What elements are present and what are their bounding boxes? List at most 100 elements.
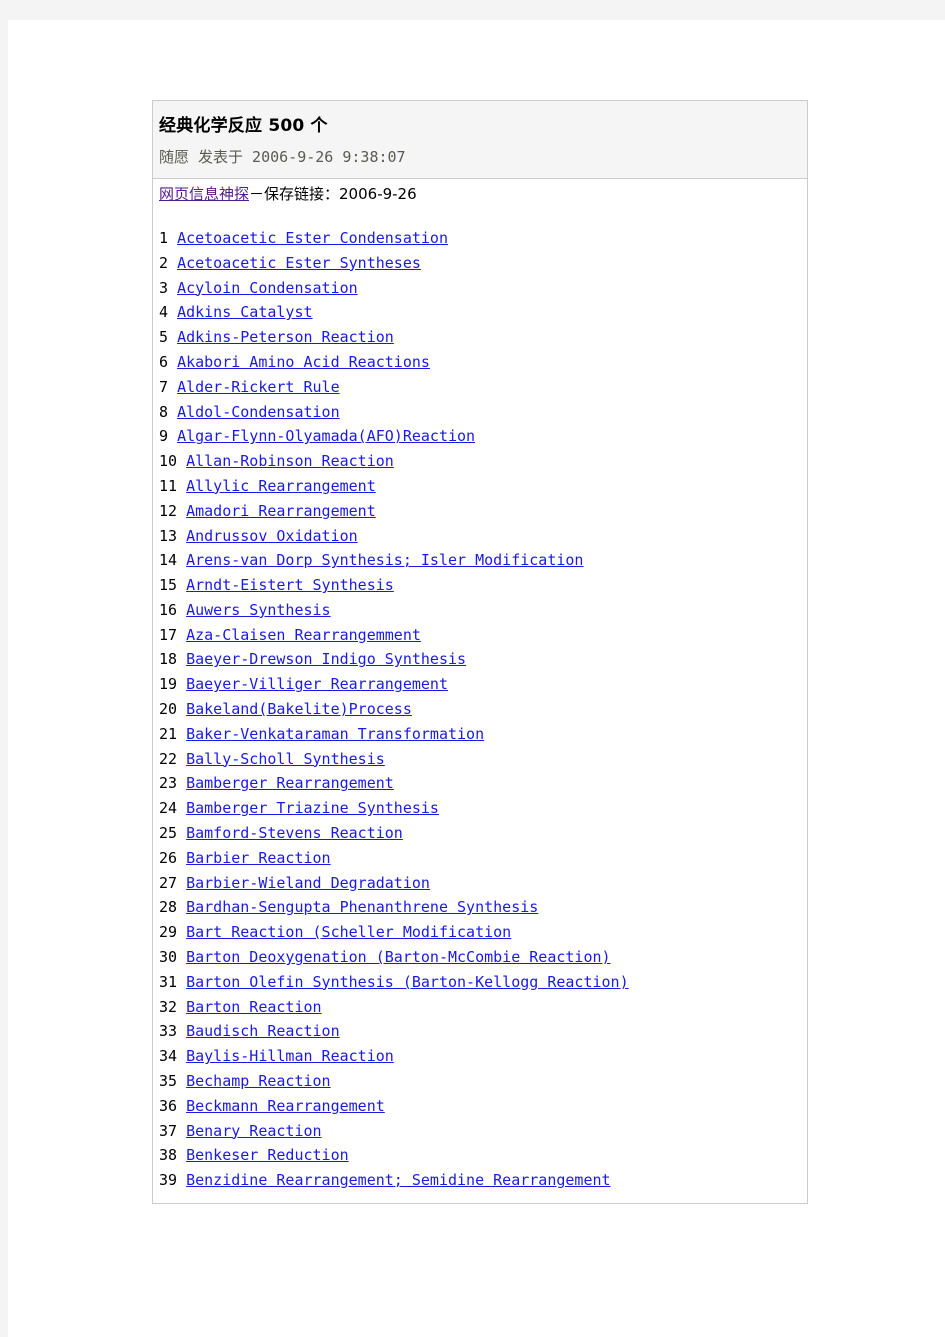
list-item: 9 Algar-Flynn-Olyamada(AFO)Reaction [159, 424, 807, 449]
list-item-index: 29 [159, 923, 178, 942]
list-item: 30 Barton Deoxygenation (Barton-McCombie… [159, 945, 807, 970]
reaction-link[interactable]: Acetoacetic Ester Condensation [177, 229, 448, 247]
list-item-index: 7 [159, 377, 169, 396]
list-item-index: 6 [159, 352, 169, 371]
reaction-link[interactable]: Barbier-Wieland Degradation [186, 874, 430, 892]
list-item: 27 Barbier-Wieland Degradation [159, 871, 807, 896]
list-item: 17 Aza-Claisen Rearrangemment [159, 623, 807, 648]
reaction-link[interactable]: Alder-Rickert Rule [177, 378, 340, 396]
reaction-link[interactable]: Acetoacetic Ester Syntheses [177, 254, 421, 272]
list-item-index: 19 [159, 675, 178, 694]
list-item-index: 18 [159, 650, 178, 669]
reaction-link[interactable]: Bamberger Rearrangement [186, 774, 394, 792]
reaction-link[interactable]: Barton Deoxygenation (Barton-McCombie Re… [186, 948, 610, 966]
reaction-link[interactable]: Allylic Rearrangement [186, 477, 376, 495]
reaction-link[interactable]: Aldol-Condensation [177, 403, 340, 421]
reaction-link[interactable]: Bakeland(Bakelite)Process [186, 700, 412, 718]
reaction-link[interactable]: Auwers Synthesis [186, 601, 331, 619]
list-item-index: 32 [159, 997, 178, 1016]
reaction-link[interactable]: Arndt-Eistert Synthesis [186, 576, 394, 594]
list-item: 10 Allan-Robinson Reaction [159, 449, 807, 474]
list-item: 32 Barton Reaction [159, 995, 807, 1020]
list-item-index: 4 [159, 303, 169, 322]
article-container: 经典化学反应 500 个 随愿 发表于 2006-9-26 9:38:07 网页… [152, 100, 808, 1205]
list-item-index: 17 [159, 625, 178, 644]
list-item: 7 Alder-Rickert Rule [159, 375, 807, 400]
article-header: 经典化学反应 500 个 随愿 发表于 2006-9-26 9:38:07 [153, 101, 807, 180]
list-item-index: 12 [159, 501, 178, 520]
list-item: 34 Baylis-Hillman Reaction [159, 1044, 807, 1069]
reaction-link[interactable]: Bamberger Triazine Synthesis [186, 799, 439, 817]
reaction-link[interactable]: Andrussov Oxidation [186, 527, 358, 545]
list-item: 2 Acetoacetic Ester Syntheses [159, 251, 807, 276]
reaction-link[interactable]: Benkeser Reduction [186, 1146, 349, 1164]
article-byline: 随愿 发表于 2006-9-26 9:38:07 [159, 147, 406, 166]
reaction-link[interactable]: Bechamp Reaction [186, 1072, 331, 1090]
reaction-link[interactable]: Barbier Reaction [186, 849, 331, 867]
list-item-index: 15 [159, 576, 178, 595]
reaction-link[interactable]: Bart Reaction (Scheller Modification [186, 923, 511, 941]
page-sheet: 经典化学反应 500 个 随愿 发表于 2006-9-26 9:38:07 网页… [8, 20, 945, 1337]
list-item-index: 28 [159, 898, 178, 917]
list-item-index: 38 [159, 1146, 178, 1165]
list-item: 29 Bart Reaction (Scheller Modification [159, 920, 807, 945]
list-item: 18 Baeyer-Drewson Indigo Synthesis [159, 647, 807, 672]
list-item-index: 16 [159, 600, 178, 619]
list-item: 6 Akabori Amino Acid Reactions [159, 350, 807, 375]
source-link[interactable]: 网页信息神探 [159, 185, 249, 203]
reaction-link[interactable]: Benzidine Rearrangement; Semidine Rearra… [186, 1171, 610, 1189]
list-item: 13 Andrussov Oxidation [159, 524, 807, 549]
list-item-index: 30 [159, 948, 178, 967]
reaction-link[interactable]: Adkins-Peterson Reaction [177, 328, 394, 346]
reaction-link[interactable]: Barton Reaction [186, 998, 321, 1016]
list-item: 16 Auwers Synthesis [159, 598, 807, 623]
list-item: 1 Acetoacetic Ester Condensation [159, 226, 807, 251]
list-item: 37 Benary Reaction [159, 1119, 807, 1144]
reaction-link[interactable]: Allan-Robinson Reaction [186, 452, 394, 470]
list-item-index: 34 [159, 1047, 178, 1066]
reaction-link[interactable]: Aza-Claisen Rearrangemment [186, 626, 421, 644]
list-item: 39 Benzidine Rearrangement; Semidine Rea… [159, 1168, 807, 1193]
list-item: 23 Bamberger Rearrangement [159, 771, 807, 796]
reaction-link[interactable]: Acyloin Condensation [177, 279, 358, 297]
list-item-index: 26 [159, 848, 178, 867]
list-item-index: 33 [159, 1022, 178, 1041]
reaction-link[interactable]: Amadori Rearrangement [186, 502, 376, 520]
list-item-index: 37 [159, 1121, 178, 1140]
list-item: 11 Allylic Rearrangement [159, 474, 807, 499]
reaction-link[interactable]: Adkins Catalyst [177, 303, 312, 321]
reaction-link[interactable]: Benary Reaction [186, 1122, 321, 1140]
reaction-link[interactable]: Baeyer-Villiger Rearrangement [186, 675, 448, 693]
reaction-link[interactable]: Arens-van Dorp Synthesis; Isler Modifica… [186, 551, 583, 569]
reaction-link[interactable]: Baylis-Hillman Reaction [186, 1047, 394, 1065]
list-item-index: 36 [159, 1096, 178, 1115]
list-item: 38 Benkeser Reduction [159, 1143, 807, 1168]
list-item: 24 Bamberger Triazine Synthesis [159, 796, 807, 821]
reaction-link[interactable]: Bally-Scholl Synthesis [186, 750, 385, 768]
list-item: 36 Beckmann Rearrangement [159, 1094, 807, 1119]
list-item: 5 Adkins-Peterson Reaction [159, 325, 807, 350]
reaction-link[interactable]: Akabori Amino Acid Reactions [177, 353, 430, 371]
source-line: 网页信息神探－保存链接：2006-9-26 [159, 183, 807, 206]
list-item-index: 2 [159, 253, 169, 272]
list-item-index: 23 [159, 774, 178, 793]
reaction-link[interactable]: Bamford-Stevens Reaction [186, 824, 403, 842]
list-item-index: 14 [159, 551, 178, 570]
list-item-index: 39 [159, 1171, 178, 1190]
reaction-link[interactable]: Baudisch Reaction [186, 1022, 340, 1040]
reaction-link[interactable]: Barton Olefin Synthesis (Barton-Kellogg … [186, 973, 629, 991]
list-item-index: 9 [159, 427, 169, 446]
list-item: 25 Bamford-Stevens Reaction [159, 821, 807, 846]
reaction-link[interactable]: Baeyer-Drewson Indigo Synthesis [186, 650, 466, 668]
list-item-index: 25 [159, 824, 178, 843]
reaction-link[interactable]: Bardhan-Sengupta Phenanthrene Synthesis [186, 898, 538, 916]
list-item: 26 Barbier Reaction [159, 846, 807, 871]
list-item-index: 31 [159, 972, 178, 991]
reaction-link[interactable]: Algar-Flynn-Olyamada(AFO)Reaction [177, 427, 475, 445]
reaction-link[interactable]: Baker-Venkataraman Transformation [186, 725, 484, 743]
list-item-index: 3 [159, 278, 169, 297]
list-item-index: 1 [159, 228, 169, 247]
list-item: 3 Acyloin Condensation [159, 276, 807, 301]
reaction-link[interactable]: Beckmann Rearrangement [186, 1097, 385, 1115]
